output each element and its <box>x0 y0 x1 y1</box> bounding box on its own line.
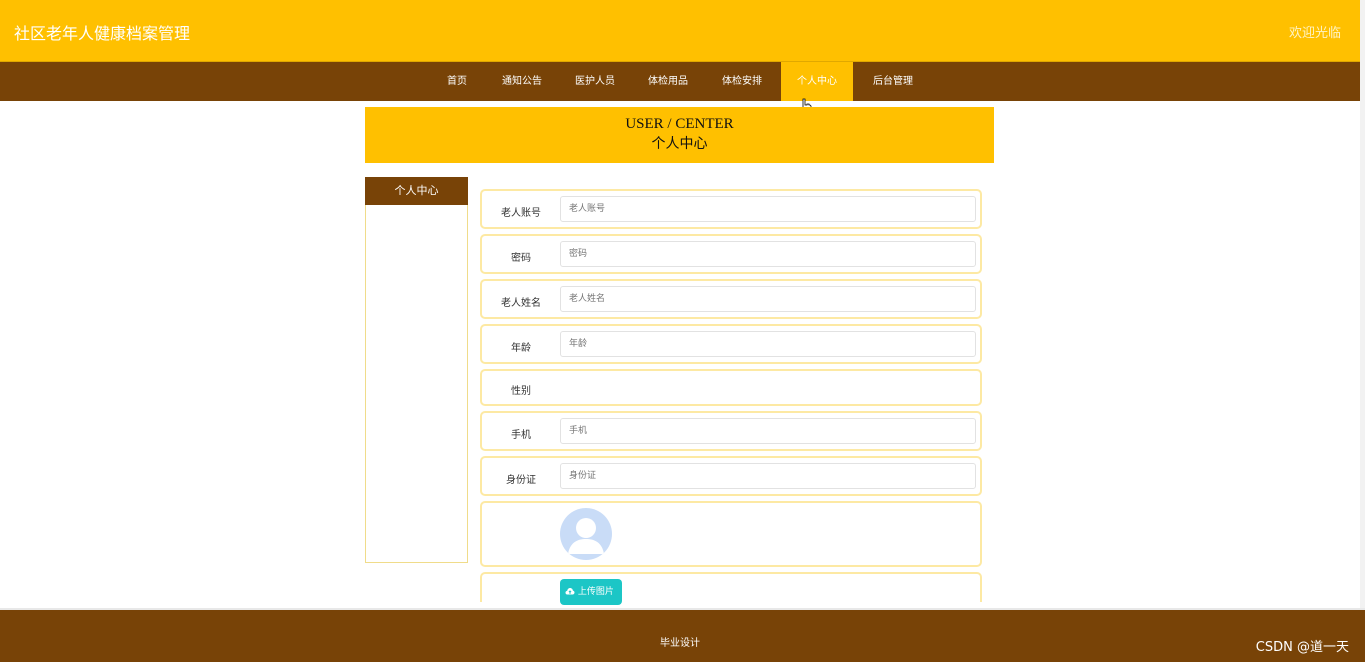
nav-item-admin[interactable]: 后台管理 <box>864 62 922 101</box>
password-label: 密码 <box>511 253 531 264</box>
main-nav: 首页 通知公告 医护人员 体检用品 体检安排 个人中心 后台管理 <box>0 62 1360 101</box>
nav-item-home[interactable]: 首页 <box>437 62 477 101</box>
form-row-gender: 性别 <box>480 369 982 406</box>
footer: 毕业设计 <box>0 608 1365 662</box>
form-row-idcard: 身份证 <box>480 456 982 496</box>
sidebar-item-personal-center[interactable]: 个人中心 <box>365 177 468 205</box>
nav-item-checkup-supplies[interactable]: 体检用品 <box>640 62 696 101</box>
name-input[interactable] <box>560 286 976 312</box>
top-header: 社区老年人健康档案管理 欢迎光临 <box>0 0 1365 62</box>
banner-title-cn: 个人中心 <box>651 136 708 152</box>
gender-label: 性别 <box>511 386 531 397</box>
form-row-phone: 手机 <box>480 411 982 451</box>
form-row-age: 年龄 <box>480 324 982 364</box>
form-row-name: 老人姓名 <box>480 279 982 319</box>
idcard-label: 身份证 <box>506 475 536 486</box>
form-row-upload: 上传图片 <box>480 572 982 605</box>
nav-item-notice[interactable]: 通知公告 <box>494 62 550 101</box>
form-row-avatar <box>480 501 982 567</box>
page-banner: USER / CENTER 个人中心 <box>365 107 994 163</box>
account-label: 老人账号 <box>501 208 541 219</box>
phone-input[interactable] <box>560 418 976 444</box>
welcome-text: 欢迎光临 <box>1288 26 1341 41</box>
form-row-account: 老人账号 <box>480 189 982 229</box>
nav-item-medical-staff[interactable]: 医护人员 <box>567 62 623 101</box>
phone-label: 手机 <box>511 430 531 441</box>
upload-button-label: 上传图片 <box>577 587 614 597</box>
idcard-input[interactable] <box>560 463 976 489</box>
account-input[interactable] <box>560 196 976 222</box>
upload-image-button[interactable]: 上传图片 <box>560 579 622 605</box>
watermark: CSDN @道一天 <box>1255 640 1349 655</box>
name-label: 老人姓名 <box>501 298 541 309</box>
site-title: 社区老年人健康档案管理 <box>14 24 191 43</box>
page-scrollbar[interactable] <box>1360 0 1365 608</box>
form-row-password: 密码 <box>480 234 982 274</box>
footer-text: 毕业设计 <box>660 638 700 649</box>
age-input[interactable] <box>560 331 976 357</box>
avatar-placeholder-icon <box>560 508 612 560</box>
sidebar: 个人中心 <box>365 177 468 563</box>
password-input[interactable] <box>560 241 976 267</box>
nav-item-checkup-schedule[interactable]: 体检安排 <box>713 62 771 101</box>
nav-item-personal-center[interactable]: 个人中心 <box>781 62 853 101</box>
age-label: 年龄 <box>511 343 531 354</box>
cloud-upload-icon <box>565 588 575 595</box>
banner-title-en: USER / CENTER <box>625 116 734 132</box>
